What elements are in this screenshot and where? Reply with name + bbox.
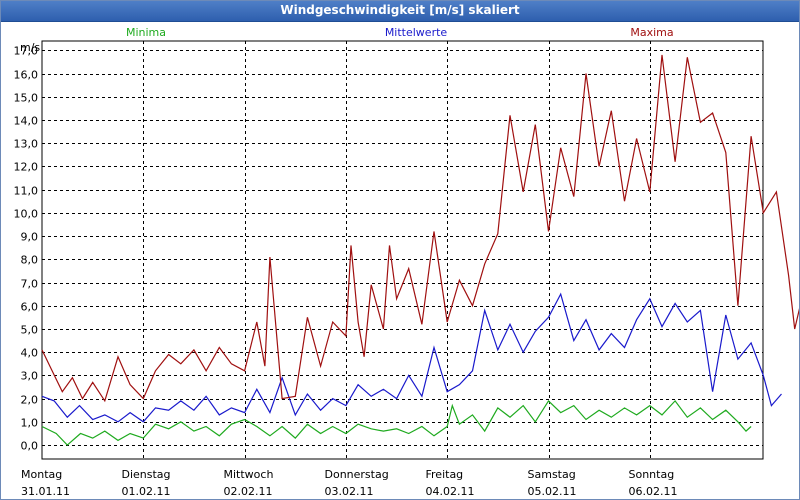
x-date-label: 03.02.11	[325, 485, 374, 498]
y-tick-label: 2,0	[21, 394, 39, 407]
y-axis-label: m/s	[20, 41, 40, 54]
y-tick-label: 6,0	[21, 301, 39, 314]
x-date-label: 05.02.11	[528, 485, 577, 498]
legend-mittelwerte: Mittelwerte	[385, 26, 448, 39]
x-date-label: 02.02.11	[224, 485, 273, 498]
y-tick-label: 1,0	[21, 417, 39, 430]
y-tick-label: 14,0	[14, 115, 39, 128]
x-weekday-label: Samstag	[528, 468, 576, 481]
series-line-mittelwerte	[41, 292, 782, 423]
y-tick-label: 13,0	[14, 138, 39, 151]
x-date-label: 04.02.11	[426, 485, 475, 498]
x-weekday-label: Dienstag	[122, 468, 171, 481]
x-weekday-label: Sonntag	[629, 468, 675, 481]
x-date-label: 31.01.11	[21, 485, 70, 498]
legend-minima: Minima	[126, 26, 166, 39]
y-tick-label: 16,0	[14, 69, 39, 82]
chart-window: Windgeschwindigkeit [m/s] skaliert 0,0 1,…	[0, 0, 800, 500]
y-tick-label: 15,0	[14, 92, 39, 105]
y-tick-label: 10,0	[14, 208, 39, 221]
legend-maxima: Maxima	[630, 26, 673, 39]
x-weekday-label: Freitag	[426, 468, 464, 481]
x-weekday-label: Montag	[21, 468, 62, 481]
x-date-label: 01.02.11	[122, 485, 171, 498]
wind-speed-chart: 0,0 1,0 2,0 3,0 4,0 5,0 6,0 7,0 8,0 9,0 10,0 11,0 12…	[14, 26, 799, 498]
y-tick-label: 8,0	[21, 254, 39, 267]
y-tick-label: 7,0	[21, 278, 39, 291]
y-tick-label: 0,0	[21, 440, 39, 453]
x-date-label: 06.02.11	[629, 485, 678, 498]
y-tick-label: 5,0	[21, 324, 39, 337]
plot-border	[41, 40, 764, 460]
y-tick-label: 11,0	[14, 185, 39, 198]
series-line-maxima	[41, 54, 799, 403]
x-weekday-label: Donnerstag	[325, 468, 389, 481]
y-tick-label: 12,0	[14, 161, 39, 174]
y-tick-label: 4,0	[21, 347, 39, 360]
y-tick-label: 3,0	[21, 370, 39, 383]
x-weekday-label: Mittwoch	[224, 468, 274, 481]
y-tick-label: 9,0	[21, 231, 39, 244]
